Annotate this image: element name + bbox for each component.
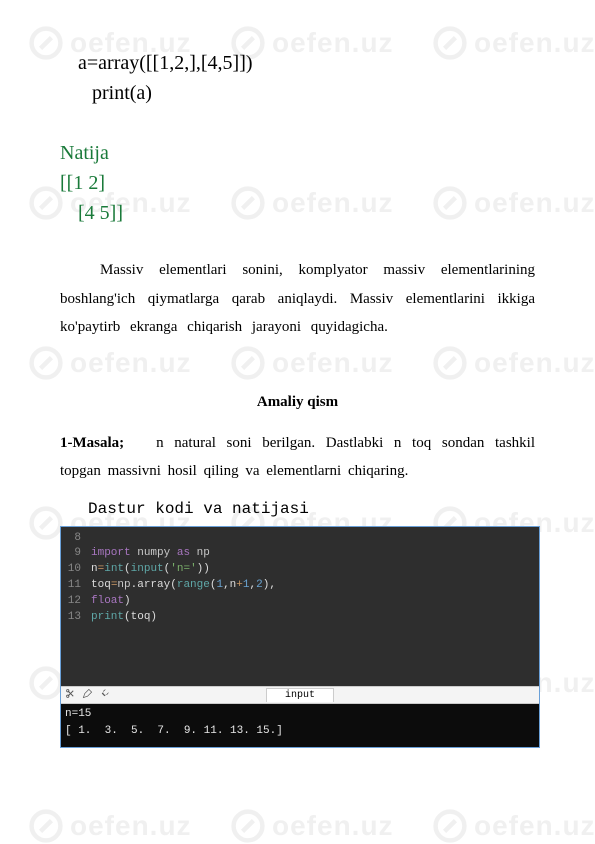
console-line: [ 1. 3. 5. 7. 9. 11. 13. 15.] bbox=[65, 725, 283, 737]
line-number: 9 bbox=[61, 546, 91, 562]
console-prompt: n=15 bbox=[65, 708, 91, 720]
example-code-line-2: print(a) bbox=[92, 78, 535, 108]
editor-line: 12float) bbox=[61, 594, 539, 610]
line-number: 11 bbox=[61, 578, 91, 594]
editor-line: 11toq=np.array(range(1,n+1,2), bbox=[61, 578, 539, 594]
editor-line: 9import numpy as np bbox=[61, 546, 539, 562]
code-screenshot: 89import numpy as np10n=int(input('n='))… bbox=[60, 526, 540, 749]
line-number: 13 bbox=[61, 610, 91, 626]
problem-label: 1-Masala; bbox=[60, 435, 124, 451]
watermark-text: oefen.uz bbox=[474, 810, 595, 842]
code-text: float) bbox=[91, 594, 131, 610]
problem-statement: 1-Masala; n natural soni berilgan. Dastl… bbox=[60, 429, 535, 486]
console-output: n=15 [ 1. 3. 5. 7. 9. 11. 13. 15.] bbox=[61, 704, 539, 747]
wrench-icon[interactable] bbox=[99, 688, 116, 703]
console-toolbar: input bbox=[61, 686, 539, 704]
line-number: 12 bbox=[61, 594, 91, 610]
editor-line: 10n=int(input('n=')) bbox=[61, 562, 539, 578]
watermark-text: oefen.uz bbox=[272, 810, 394, 842]
pencil-icon[interactable] bbox=[82, 688, 99, 703]
section-heading: Amaliy qism bbox=[60, 394, 535, 411]
line-number: 10 bbox=[61, 562, 91, 578]
problem-text: n natural soni berilgan. Dastlabki n toq… bbox=[60, 435, 535, 480]
code-text: print(toq) bbox=[91, 610, 157, 626]
code-editor: 89import numpy as np10n=int(input('n='))… bbox=[61, 527, 539, 687]
code-text: toq=np.array(range(1,n+1,2), bbox=[91, 578, 276, 594]
body-paragraph: Massiv elementlari sonini, komplyator ma… bbox=[60, 256, 535, 342]
code-text: import numpy as np bbox=[91, 546, 210, 562]
editor-line: 13print(toq) bbox=[61, 610, 539, 626]
page-content: a=array([[1,2,],[4,5]]) print(a) Natija … bbox=[0, 0, 595, 788]
example-code-line-1: a=array([[1,2,],[4,5]]) bbox=[78, 48, 535, 78]
result-block: Natija [[1 2] [4 5]] bbox=[60, 138, 535, 228]
line-number: 8 bbox=[61, 531, 91, 547]
console-tab[interactable]: input bbox=[266, 688, 334, 702]
code-result-heading: Dastur kodi va natijasi bbox=[88, 500, 535, 518]
scissors-icon[interactable] bbox=[65, 688, 82, 703]
result-row-1: [[1 2] bbox=[60, 168, 535, 198]
result-title: Natija bbox=[60, 138, 535, 168]
editor-line: 8 bbox=[61, 531, 539, 547]
result-row-2: [4 5]] bbox=[78, 198, 535, 228]
watermark-text: oefen.uz bbox=[70, 810, 192, 842]
code-text: n=int(input('n=')) bbox=[91, 562, 210, 578]
